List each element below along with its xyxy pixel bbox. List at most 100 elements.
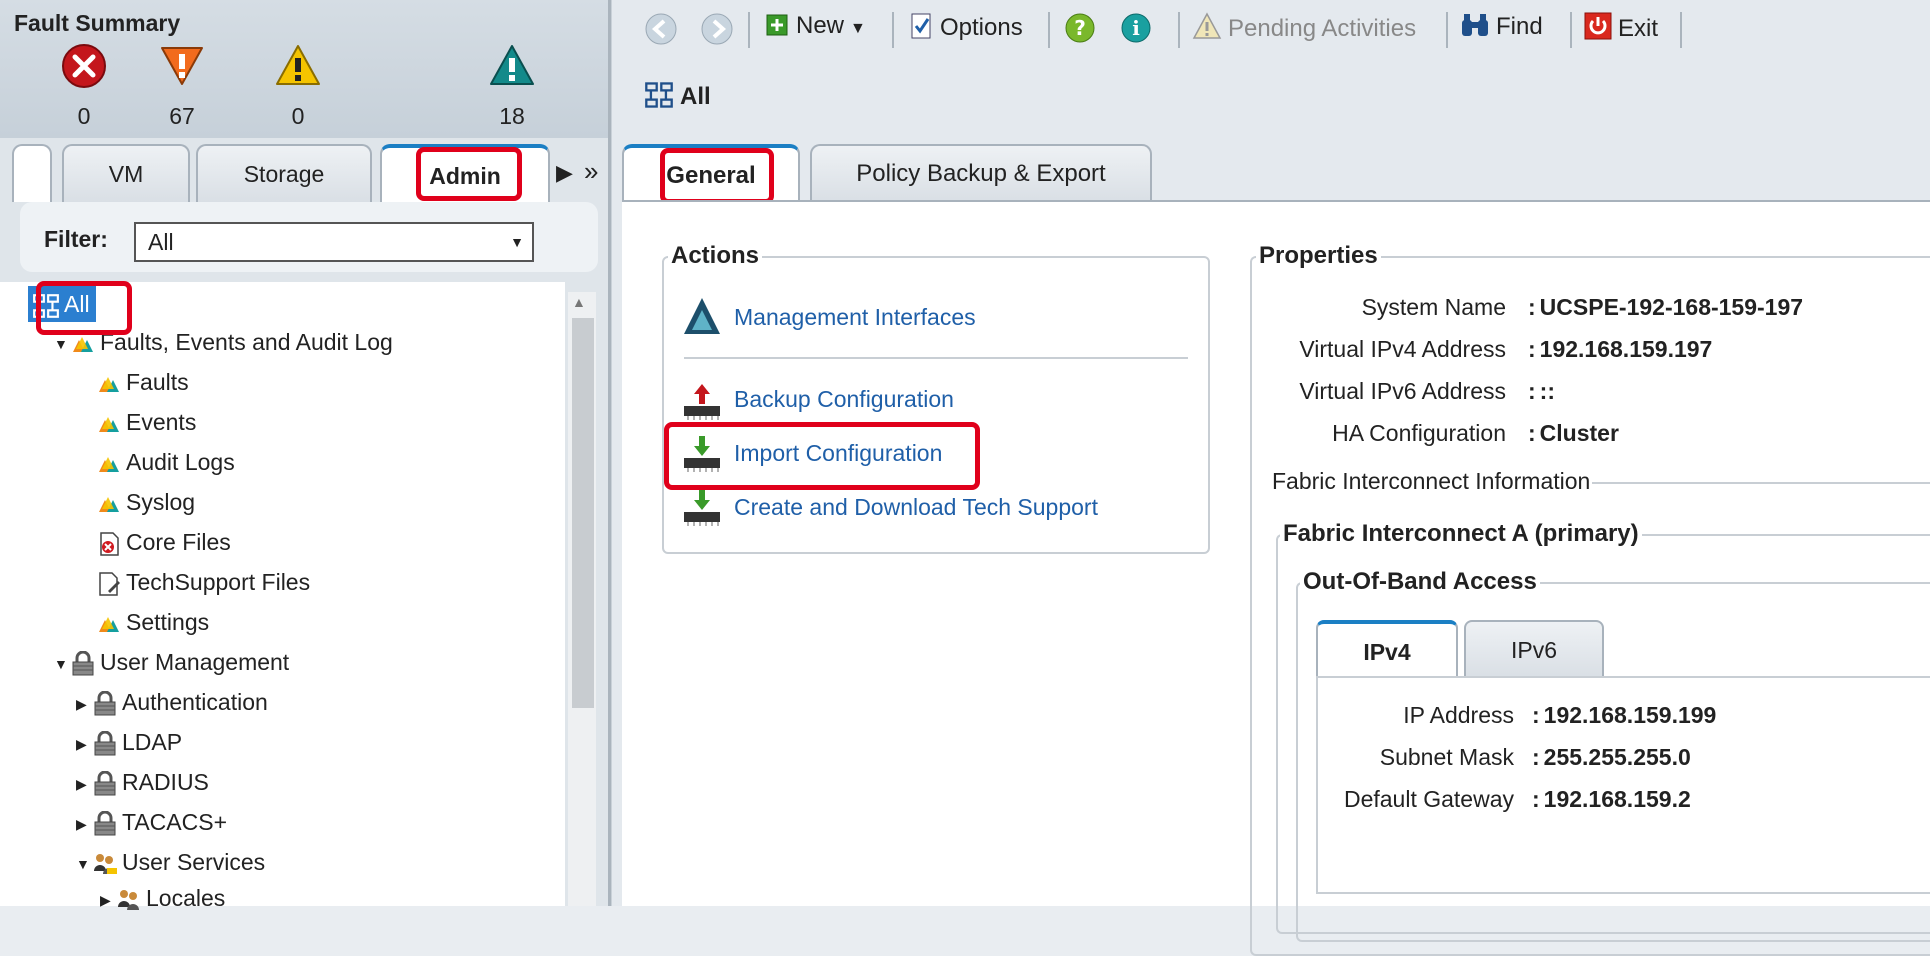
- tree-node-core-files[interactable]: Core Files: [96, 526, 231, 558]
- filter-value: All: [148, 229, 174, 255]
- backup-upload-icon: [684, 384, 720, 420]
- warning-fault-indicator[interactable]: 18: [472, 42, 552, 130]
- users-icon: [94, 853, 117, 874]
- pending-activities-button[interactable]: Pending Activities: [1192, 12, 1416, 43]
- warning-fault-count: 18: [499, 103, 525, 129]
- tree-label: Syslog: [126, 489, 196, 515]
- tab-scroll-right-icon[interactable]: ▶: [556, 160, 573, 186]
- tree-node-events[interactable]: Events: [96, 406, 196, 438]
- tech-support-link[interactable]: Create and Download Tech Support: [734, 494, 1098, 521]
- tab-ipv4[interactable]: IPv4: [1316, 620, 1458, 678]
- options-button[interactable]: Options: [910, 12, 1023, 42]
- minor-fault-icon: [276, 45, 320, 85]
- virtual-ipv6-label: Virtual IPv6 Address: [1299, 378, 1506, 404]
- tree-label: Events: [126, 409, 197, 435]
- power-icon: [1584, 12, 1612, 40]
- toolbar-separator: [748, 12, 750, 48]
- info-icon: i: [1121, 13, 1151, 43]
- subnet-mask-label: Subnet Mask: [1379, 744, 1514, 770]
- tree-scrollbar-thumb[interactable]: [572, 318, 594, 708]
- exit-button[interactable]: Exit: [1584, 12, 1658, 43]
- tree-label: User Services: [122, 849, 266, 875]
- toolbar-separator: [892, 12, 894, 48]
- toolbar-separator: [1680, 12, 1682, 48]
- checklist-icon: [911, 13, 931, 39]
- find-label: Find: [1496, 13, 1543, 40]
- navigation-tree: All ▼ Faults, Events and Audit Log Faults…: [0, 282, 565, 911]
- critical-fault-indicator[interactable]: 0: [44, 42, 124, 130]
- tab-ipv6[interactable]: IPv6: [1464, 620, 1604, 678]
- options-label: Options: [940, 14, 1023, 41]
- document-tool-icon: [99, 572, 120, 596]
- highlight-tree-root: [36, 281, 132, 335]
- chevron-down-icon: ▼: [850, 20, 866, 37]
- tree-label: Faults: [126, 369, 189, 395]
- binoculars-icon: [1462, 14, 1488, 36]
- fault-log-icon: [99, 456, 119, 472]
- hierarchy-icon: [645, 82, 673, 108]
- tree-label: LDAP: [122, 729, 183, 755]
- tree-node-authentication[interactable]: ▶ Authentication: [76, 686, 268, 720]
- info-button[interactable]: i: [1120, 12, 1152, 51]
- warning-fault-icon: [490, 45, 534, 85]
- breadcrumb: All: [644, 80, 711, 111]
- tree-label: TACACS+: [122, 809, 228, 835]
- lock-icon: [94, 770, 116, 796]
- major-fault-indicator[interactable]: 67: [142, 42, 222, 130]
- tree-node-user-services[interactable]: ▼ User Services: [76, 846, 265, 880]
- tree-node-tacacs[interactable]: ▶ TACACS+: [76, 806, 227, 840]
- fault-log-icon: [99, 416, 119, 432]
- ip-address-label: IP Address: [1403, 702, 1514, 728]
- tree-label: Audit Logs: [126, 449, 235, 475]
- collapsed-arrow-icon: ▶: [76, 695, 87, 712]
- expanded-arrow-icon: ▼: [76, 855, 90, 872]
- forward-button[interactable]: [700, 12, 734, 53]
- tree-node-syslog[interactable]: Syslog: [96, 486, 195, 518]
- properties-title: Properties: [1256, 242, 1381, 270]
- major-fault-icon: [161, 47, 203, 85]
- tree-node-locales[interactable]: ▶ Locales: [100, 882, 225, 916]
- tree-label: RADIUS: [122, 769, 209, 795]
- tree-node-techsupport-files[interactable]: TechSupport Files: [96, 566, 310, 598]
- tree-node-settings[interactable]: Settings: [96, 606, 209, 638]
- tech-support-download-icon: [684, 490, 720, 526]
- tree-node-audit-logs[interactable]: Audit Logs: [96, 446, 235, 478]
- back-button[interactable]: [644, 12, 678, 53]
- ha-configuration-value: : Cluster: [1528, 420, 1619, 446]
- filter-dropdown[interactable]: All ▼: [134, 222, 534, 262]
- highlight-import-configuration: [664, 422, 980, 490]
- tab-partial[interactable]: [12, 144, 52, 202]
- tab-policy-backup-export[interactable]: Policy Backup & Export: [810, 144, 1152, 202]
- fault-log-icon: [99, 616, 119, 632]
- new-menu-button[interactable]: New ▼: [766, 12, 866, 40]
- find-button[interactable]: Find: [1460, 12, 1543, 41]
- tree-node-radius[interactable]: ▶ RADIUS: [76, 766, 209, 800]
- tree-label: Locales: [146, 885, 226, 911]
- default-gateway-label: Default Gateway: [1343, 786, 1514, 812]
- pending-activities-label: Pending Activities: [1228, 15, 1417, 42]
- exit-label: Exit: [1618, 15, 1659, 42]
- management-interfaces-link[interactable]: Management Interfaces: [734, 304, 976, 331]
- backup-configuration-link[interactable]: Backup Configuration: [734, 386, 954, 413]
- system-name-label: System Name: [1361, 294, 1506, 320]
- help-button[interactable]: ?: [1064, 12, 1096, 51]
- plus-icon: [766, 14, 788, 36]
- tab-storage[interactable]: Storage: [196, 144, 372, 202]
- tab-overflow-icon[interactable]: »: [584, 156, 598, 187]
- tree-node-ldap[interactable]: ▶ LDAP: [76, 726, 182, 760]
- toolbar-separator: [1446, 12, 1448, 48]
- tree-node-user-management[interactable]: ▼ User Management: [54, 646, 289, 680]
- tab-vm[interactable]: VM: [62, 144, 190, 202]
- collapsed-arrow-icon: ▶: [76, 775, 87, 792]
- minor-fault-indicator[interactable]: 0: [258, 42, 338, 130]
- scroll-up-icon[interactable]: ▲: [572, 294, 586, 310]
- warning-icon: [1192, 12, 1222, 39]
- fi-a-title: Fabric Interconnect A (primary): [1280, 520, 1642, 548]
- lock-icon: [94, 730, 116, 756]
- tree-node-faults[interactable]: Faults: [96, 366, 189, 398]
- lock-icon: [94, 690, 116, 716]
- virtual-ipv4-value: :192.168.159.197: [1528, 336, 1713, 362]
- actions-divider: [684, 357, 1188, 359]
- tree-label: TechSupport Files: [126, 569, 311, 595]
- tree-label: Core Files: [126, 529, 231, 555]
